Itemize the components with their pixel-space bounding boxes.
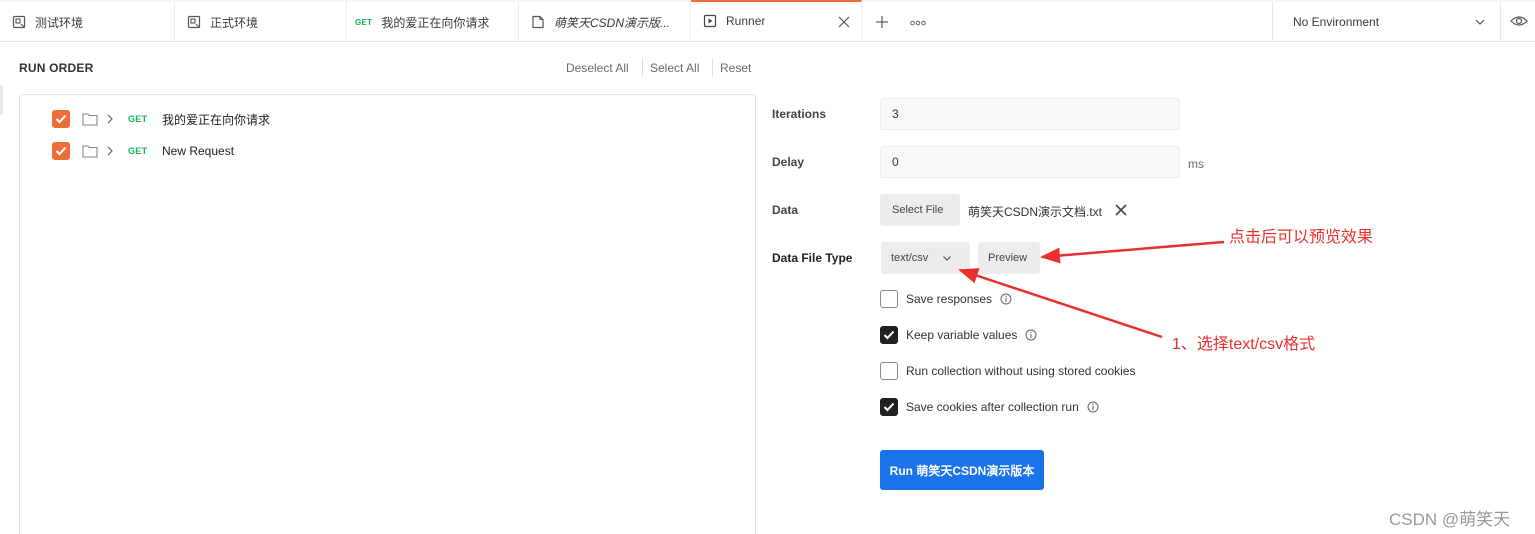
type-annotation: 1、选择text/csv格式 [1172,336,1316,353]
watermark: CSDN @萌笑天 [1389,510,1511,529]
preview-annotation-arrow [1040,240,1225,264]
type-annotation-arrow [958,268,1163,339]
preview-annotation: 点击后可以预览效果 [1229,229,1374,246]
annotation-arrows [958,240,1225,339]
